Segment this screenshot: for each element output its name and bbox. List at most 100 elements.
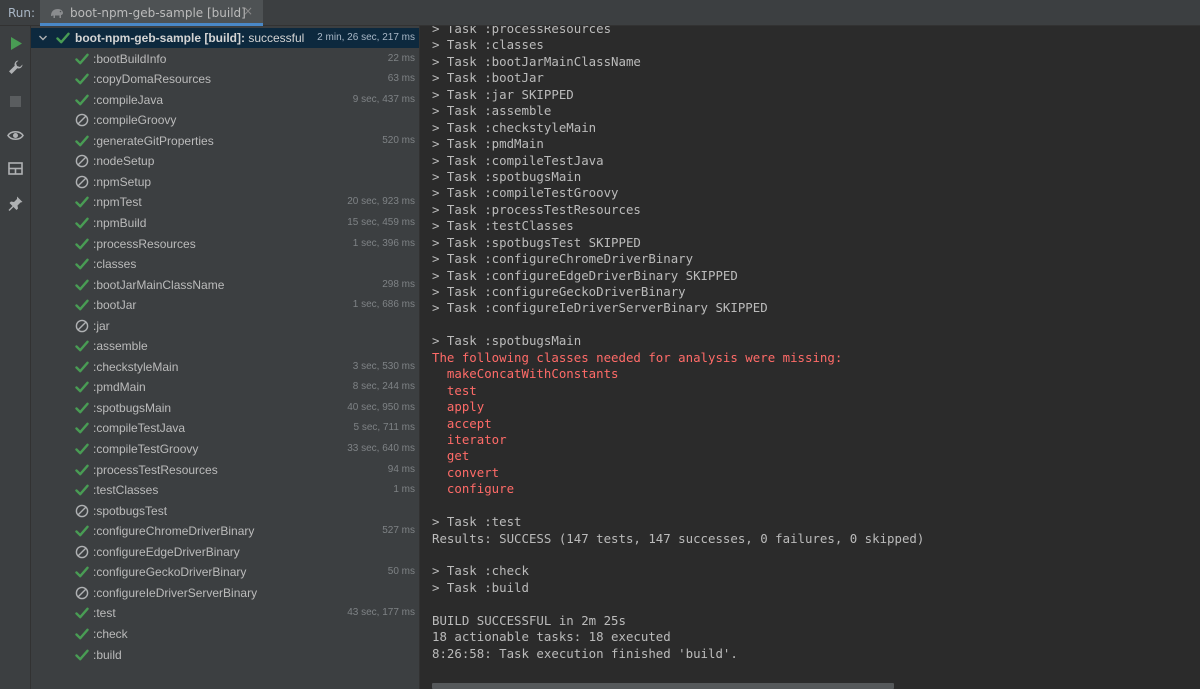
task-row[interactable]: :npmSetup (31, 172, 419, 192)
task-row[interactable]: :bootJarMainClassName 298 ms (31, 275, 419, 295)
task-row[interactable]: :checkstyleMain 3 sec, 530 ms (31, 357, 419, 377)
task-name: :pmdMain (93, 380, 146, 395)
task-row[interactable]: :compileTestJava 5 sec, 711 ms (31, 418, 419, 438)
build-status-text: successful (244, 31, 305, 45)
task-row[interactable]: :pmdMain 8 sec, 244 ms (31, 377, 419, 397)
console-line: 18 actionable tasks: 18 executed (432, 629, 671, 645)
console-error-line: convert (432, 464, 500, 480)
console-line: > Task :configureEdgeDriverBinary SKIPPE… (432, 267, 738, 283)
check-icon (75, 484, 89, 496)
run-toolwindow-header: Run: boot-npm-geb-sample [build] × (0, 0, 1200, 26)
task-row[interactable]: :assemble (31, 336, 419, 356)
task-name: :compileGroovy (93, 113, 177, 128)
wrench-icon[interactable] (7, 59, 24, 76)
console-error-line: configure (432, 481, 515, 497)
task-row[interactable]: :spotbugsMain 40 sec, 950 ms (31, 398, 419, 418)
task-duration: 1 sec, 396 ms (352, 237, 415, 249)
eye-icon[interactable] (7, 127, 24, 144)
skipped-icon (75, 545, 89, 559)
console-line: > Task :configureIeDriverServerBinary SK… (432, 300, 768, 316)
run-icon[interactable] (7, 35, 24, 52)
layout-icon[interactable] (7, 160, 24, 177)
console-line: > Task :jar SKIPPED (432, 86, 574, 102)
horizontal-scrollbar[interactable] (432, 683, 894, 689)
task-row[interactable]: :npmBuild 15 sec, 459 ms (31, 213, 419, 233)
task-duration: 1 ms (393, 484, 415, 496)
console-error-line: get (432, 448, 470, 464)
task-row[interactable]: :jar (31, 316, 419, 336)
task-row[interactable]: :spotbugsTest (31, 501, 419, 521)
task-row[interactable]: :build (31, 645, 419, 665)
task-duration: 8 sec, 244 ms (352, 381, 415, 393)
task-row[interactable]: :configureEdgeDriverBinary (31, 542, 419, 562)
console-error-line: apply (432, 399, 485, 415)
pin-icon[interactable] (7, 195, 24, 212)
console-line: > Task :spotbugsMain (432, 168, 582, 184)
check-icon (75, 525, 89, 537)
tree-root-label: boot-npm-geb-sample [build]: successful (75, 31, 304, 45)
task-row[interactable]: :npmTest 20 sec, 923 ms (31, 192, 419, 212)
task-row[interactable]: :test 43 sec, 177 ms (31, 603, 419, 623)
task-row[interactable]: :nodeSetup (31, 151, 419, 171)
check-icon (75, 607, 89, 619)
task-row[interactable]: :check (31, 624, 419, 644)
build-duration: 2 min, 26 sec, 217 ms (317, 32, 415, 43)
task-row[interactable]: :configureChromeDriverBinary 527 ms (31, 521, 419, 541)
run-toolbar (0, 26, 31, 689)
task-row[interactable]: :configureIeDriverServerBinary (31, 583, 419, 603)
task-row[interactable]: :bootBuildInfo 22 ms (31, 49, 419, 69)
task-row[interactable]: :testClasses 1 ms (31, 480, 419, 500)
check-icon (75, 217, 89, 229)
console-line: > Task :assemble (432, 103, 552, 119)
console-line: > Task :bootJar (432, 70, 544, 86)
task-row[interactable]: :configureGeckoDriverBinary 50 ms (31, 562, 419, 582)
console-error-line: The following classes needed for analysi… (432, 349, 843, 365)
console-line: > Task :test (432, 514, 522, 530)
task-name: :npmTest (93, 195, 142, 210)
tab-build[interactable]: boot-npm-geb-sample [build] × (40, 0, 263, 26)
task-row[interactable]: :bootJar 1 sec, 686 ms (31, 295, 419, 315)
console-line: > Task :spotbugsMain (432, 333, 582, 349)
console-line: > Task :pmdMain (432, 136, 544, 152)
task-name: :bootJar (93, 298, 137, 313)
check-icon (75, 361, 89, 373)
close-icon[interactable]: × (243, 4, 253, 18)
task-row[interactable]: :processTestResources 94 ms (31, 460, 419, 480)
task-row[interactable]: :compileTestGroovy 33 sec, 640 ms (31, 439, 419, 459)
check-icon (75, 649, 89, 660)
console-line: > Task :checkstyleMain (432, 119, 597, 135)
task-duration: 43 sec, 177 ms (347, 607, 415, 619)
console-line: Results: SUCCESS (147 tests, 147 success… (432, 530, 925, 546)
console-line: > Task :testClasses (432, 218, 574, 234)
task-row[interactable]: :compileGroovy (31, 110, 419, 130)
console-line: > Task :bootJarMainClassName (432, 53, 641, 69)
check-icon (75, 53, 89, 64)
task-name: :configureGeckoDriverBinary (93, 565, 247, 580)
task-row[interactable]: :processResources 1 sec, 396 ms (31, 234, 419, 254)
console-line: 8:26:58: Task execution finished 'build'… (432, 645, 738, 661)
task-name: :generateGitProperties (93, 133, 214, 148)
task-row[interactable]: :copyDomaResources 63 ms (31, 69, 419, 89)
skipped-icon (75, 504, 89, 517)
tree-root-row[interactable]: boot-npm-geb-sample [build]: successful 2… (31, 28, 419, 48)
chevron-down-icon[interactable] (38, 33, 48, 43)
build-task-tree[interactable]: boot-npm-geb-sample [build]: successful 2… (31, 26, 419, 689)
task-name: :configureIeDriverServerBinary (93, 585, 258, 600)
task-duration: 33 sec, 640 ms (347, 443, 415, 454)
console-line: > Task :configureGeckoDriverBinary (432, 284, 686, 299)
task-name: :classes (93, 257, 137, 272)
check-icon (75, 566, 89, 578)
task-name: :checkstyleMain (93, 359, 179, 374)
task-row[interactable]: :compileJava 9 sec, 437 ms (31, 90, 419, 110)
console-output[interactable]: > Task :processResources > Task :classes >… (420, 26, 1200, 689)
task-name: :processResources (93, 236, 196, 251)
task-row[interactable]: :classes (31, 254, 419, 274)
console-lines: > Task :processResources > Task :classes >… (432, 26, 924, 662)
task-name: :bootBuildInfo (93, 51, 167, 66)
stop-icon[interactable] (7, 93, 24, 110)
task-name: :check (93, 626, 128, 641)
task-row[interactable]: :generateGitProperties 520 ms (31, 131, 419, 151)
console-error-line: test (432, 382, 477, 398)
